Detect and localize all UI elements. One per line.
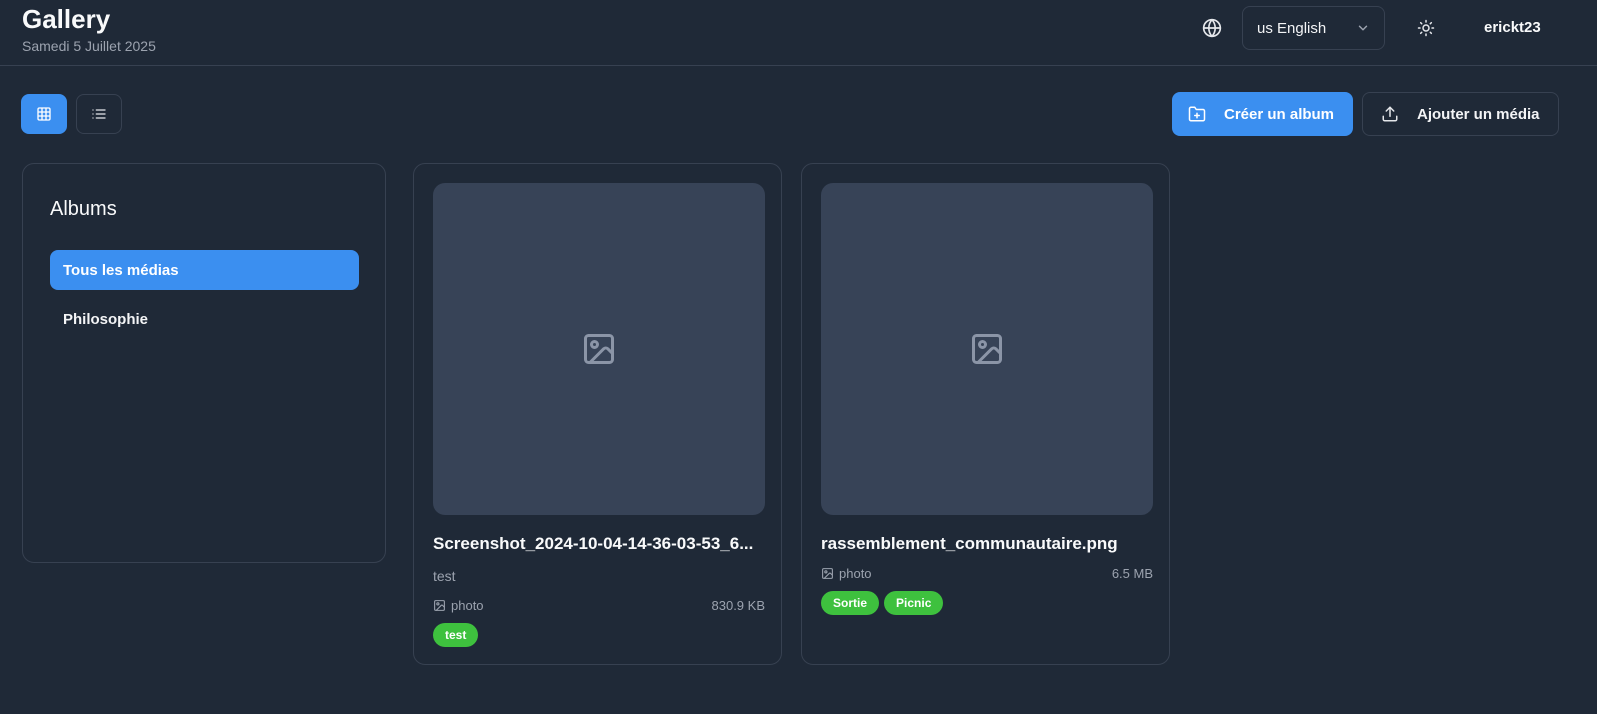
media-type: photo xyxy=(821,566,872,581)
media-tags: Sortie Picnic xyxy=(821,591,944,615)
language-select[interactable]: us English xyxy=(1242,6,1385,50)
chevron-down-icon xyxy=(1358,25,1368,31)
image-icon xyxy=(972,334,1002,364)
media-meta: photo 6.5 MB xyxy=(821,566,1153,581)
media-thumbnail[interactable] xyxy=(433,183,765,515)
albums-heading: Albums xyxy=(50,198,117,220)
media-type-label: photo xyxy=(451,598,484,613)
app-title: Gallery xyxy=(22,4,111,34)
user-menu[interactable]: erickt23 xyxy=(1484,19,1541,36)
add-media-label: Ajouter un média xyxy=(1417,105,1540,123)
albums-panel: Albums Tous les médias Philosophie xyxy=(22,163,386,563)
media-card[interactable]: rassemblement_communautaire.png photo 6.… xyxy=(801,163,1170,665)
media-tags: test xyxy=(433,623,479,647)
media-size: 830.9 KB xyxy=(711,598,766,613)
album-item-all-media[interactable]: Tous les médias xyxy=(50,250,359,290)
tag-badge[interactable]: Sortie xyxy=(821,591,880,615)
sun-icon xyxy=(1417,19,1435,37)
tag-badge[interactable]: test xyxy=(433,623,479,647)
media-size: 6.5 MB xyxy=(1111,566,1153,581)
language-select-value: us English xyxy=(1257,19,1327,37)
list-icon xyxy=(92,109,106,119)
current-date: Samedi 5 Juillet 2025 xyxy=(22,38,156,54)
globe-icon xyxy=(1202,18,1222,38)
theme-toggle-button[interactable] xyxy=(1414,16,1438,40)
language-button[interactable] xyxy=(1200,16,1224,40)
create-album-label: Créer un album xyxy=(1224,105,1335,123)
album-item-label: Tous les médias xyxy=(63,261,179,279)
image-icon xyxy=(434,600,445,611)
add-media-button[interactable]: Ajouter un média xyxy=(1362,92,1559,136)
album-item-philosophie[interactable]: Philosophie xyxy=(50,299,359,339)
media-meta: photo 830.9 KB xyxy=(433,598,765,613)
media-description: test xyxy=(433,568,456,584)
media-name: Screenshot_2024-10-04-14-36-03-53_6... xyxy=(433,534,754,553)
media-type: photo xyxy=(433,598,484,613)
album-item-label: Philosophie xyxy=(63,310,149,328)
folder-plus-icon xyxy=(1188,106,1206,122)
list-view-button[interactable] xyxy=(76,94,122,134)
media-card[interactable]: Screenshot_2024-10-04-14-36-03-53_6... t… xyxy=(413,163,782,665)
top-header: Gallery Samedi 5 Juillet 2025 us English… xyxy=(0,0,1597,66)
grid-icon xyxy=(37,107,51,121)
media-name: rassemblement_communautaire.png xyxy=(821,534,1118,553)
image-icon xyxy=(584,334,614,364)
grid-view-button[interactable] xyxy=(21,94,67,134)
create-album-button[interactable]: Créer un album xyxy=(1172,92,1353,136)
upload-icon xyxy=(1382,106,1398,122)
media-thumbnail[interactable] xyxy=(821,183,1153,515)
tag-badge[interactable]: Picnic xyxy=(884,591,944,615)
image-icon xyxy=(822,568,833,579)
media-type-label: photo xyxy=(839,566,872,581)
